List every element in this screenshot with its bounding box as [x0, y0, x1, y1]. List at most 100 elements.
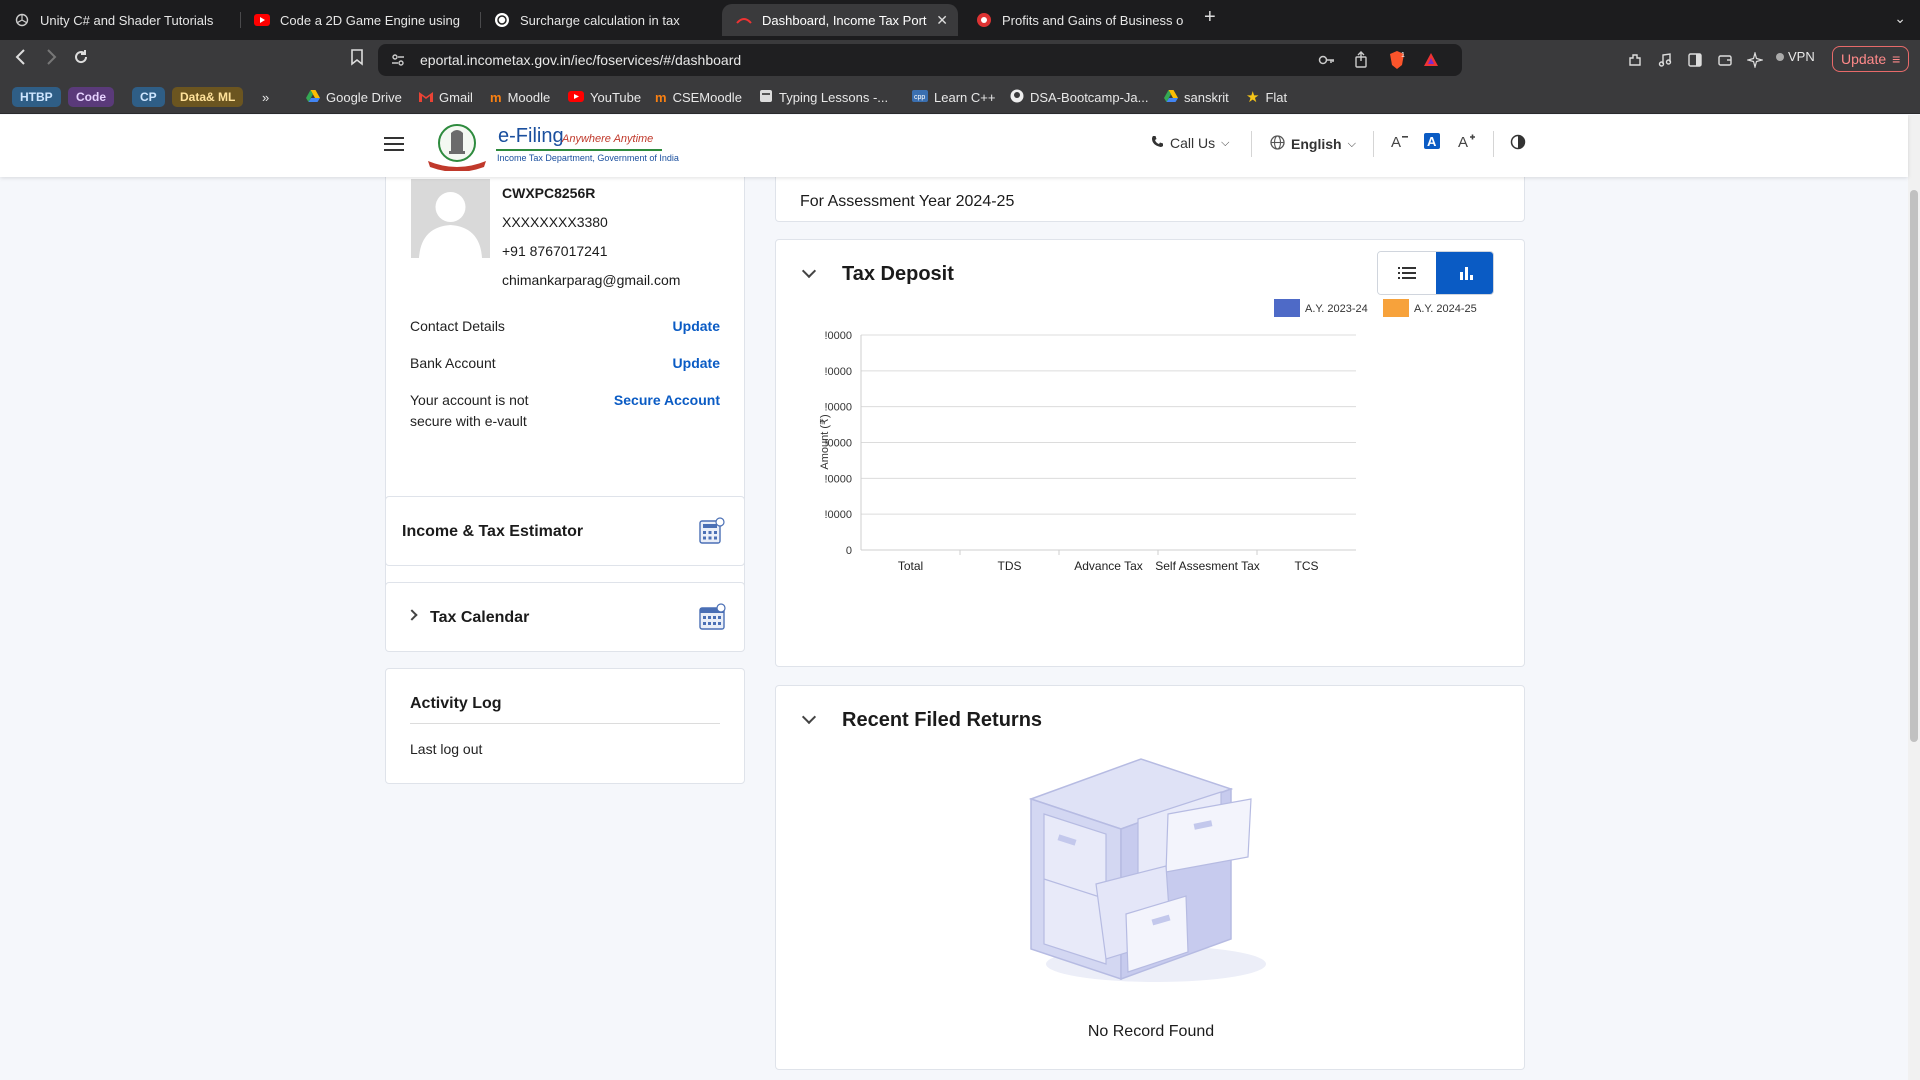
forward-icon[interactable]: [44, 48, 58, 71]
phone-number: +91 8767017241: [502, 243, 608, 259]
bookmarks-overflow-button[interactable]: »: [262, 87, 269, 107]
svg-text:A: A: [1391, 134, 1401, 149]
bookmark-typing-lessons[interactable]: Typing Lessons -...: [759, 87, 888, 107]
google-drive-icon: [306, 89, 320, 105]
bookmark-label: Gmail: [439, 89, 473, 105]
logo-underline: [496, 149, 662, 151]
bookmark-chip-label: Data& ML: [172, 87, 244, 107]
bookmark-chip-label: CP: [132, 87, 165, 107]
bookmark-folder-cp[interactable]: CP: [132, 87, 165, 107]
department-name: Income Tax Department, Government of Ind…: [497, 153, 679, 163]
media-icon[interactable]: [1656, 51, 1674, 69]
bookmark-gmail[interactable]: Gmail: [419, 87, 473, 107]
chart-view-button[interactable]: [1436, 252, 1493, 294]
language-dropdown[interactable]: English ⌵: [1270, 135, 1356, 153]
default-font-icon[interactable]: A: [1424, 133, 1440, 149]
close-tab-icon[interactable]: ✕: [936, 12, 948, 29]
last-logout-label: Last log out: [410, 741, 483, 757]
unity-icon: [14, 12, 30, 28]
bookmark-learn-cpp[interactable]: cpp Learn C++: [912, 87, 995, 107]
wallet-icon[interactable]: [1716, 51, 1734, 69]
bookmark-folder-code[interactable]: Code: [68, 87, 114, 107]
browser-tab[interactable]: Code a 2D Game Engine using Ja: [240, 4, 476, 36]
brave-shields-icon[interactable]: 1: [1388, 50, 1406, 75]
star-icon: ★: [1246, 89, 1260, 106]
estimator-title: Income & Tax Estimator: [402, 523, 584, 540]
call-us-dropdown[interactable]: Call Us ⌵: [1151, 135, 1229, 151]
list-view-button[interactable]: [1378, 252, 1436, 294]
share-icon[interactable]: [1354, 51, 1368, 74]
decrease-font-icon[interactable]: A: [1391, 133, 1409, 149]
bookmark-sanskrit[interactable]: sanskrit: [1164, 87, 1229, 107]
leo-ai-icon[interactable]: [1746, 51, 1764, 69]
bookmark-chip-label: HTBP: [12, 87, 61, 107]
new-tab-icon[interactable]: +: [1204, 6, 1216, 29]
globe-icon: [1270, 135, 1285, 153]
vpn-button[interactable]: VPN: [1776, 49, 1815, 64]
update-contact-link[interactable]: Update: [673, 318, 720, 334]
browser-tab-active[interactable]: Dashboard, Income Tax Porta ✕: [722, 4, 958, 36]
x-tick-label: Advance Tax: [1074, 559, 1143, 573]
update-label: Update: [1841, 51, 1887, 67]
browser-tab[interactable]: Profits and Gains of Business or P: [962, 4, 1198, 36]
extensions-icon[interactable]: [1626, 51, 1644, 69]
bookmark-csemoodle[interactable]: m CSEMoodle: [655, 87, 742, 107]
address-bar[interactable]: eportal.incometax.gov.in/iec/foservices/…: [378, 44, 1462, 76]
x-tick-label: TCS: [1295, 559, 1319, 573]
tax-deposit-card: Tax Deposit 0 !0000 !0000 !0000 !0000 !0000 !0…: [775, 239, 1525, 667]
browser-tab[interactable]: Surcharge calculation in tax: [480, 4, 716, 36]
bookmark-folder-htbp[interactable]: HTBP: [12, 87, 61, 107]
back-icon[interactable]: [14, 48, 28, 71]
bookmark-label: Flat: [1265, 89, 1288, 105]
bookmark-label: Google Drive: [326, 89, 402, 105]
hamburger-menu-icon[interactable]: [384, 137, 404, 151]
page-scrollbar[interactable]: [1908, 115, 1920, 1080]
tab-list-chevron-icon[interactable]: ⌄: [1894, 10, 1906, 27]
sidebar-icon[interactable]: [1686, 51, 1704, 69]
update-button[interactable]: Update ≡: [1832, 46, 1910, 72]
phone-icon: [1151, 135, 1164, 151]
contrast-icon[interactable]: [1510, 134, 1526, 150]
avatar: [411, 179, 490, 258]
browser-tab-bar: Unity C# and Shader Tutorials Code a 2D …: [0, 0, 1920, 40]
reload-icon[interactable]: [72, 48, 90, 71]
moodle-icon: m: [490, 89, 502, 105]
y-tick-label: !0000: [824, 330, 852, 342]
activity-log-card: Activity Log Last log out: [385, 668, 745, 784]
site-settings-icon[interactable]: [390, 52, 406, 73]
bookmark-google-drive[interactable]: Google Drive: [306, 87, 402, 107]
tab-title: Unity C# and Shader Tutorials: [40, 12, 214, 28]
y-tick-label: 0: [846, 545, 852, 557]
bookmark-icon[interactable]: [350, 48, 364, 71]
browser-toolbar: eportal.incometax.gov.in/iec/foservices/…: [0, 40, 1920, 80]
tax-calendar-card[interactable]: Tax Calendar: [385, 582, 745, 652]
collapse-chevron-icon[interactable]: [801, 263, 817, 279]
tax-deposit-title: Tax Deposit: [842, 263, 954, 285]
bookmark-folder-data-ml[interactable]: Data& ML: [172, 87, 244, 107]
overflow-label: »: [262, 89, 270, 105]
brave-rewards-icon[interactable]: [1422, 51, 1440, 74]
bookmark-flat[interactable]: ★ Flat: [1246, 87, 1287, 107]
collapse-chevron-icon[interactable]: [801, 709, 817, 725]
x-tick-label: Self Assesment Tax: [1155, 559, 1260, 573]
calendar-icon: [699, 603, 726, 636]
chevron-down-icon: ⌵: [1221, 136, 1230, 149]
youtube-icon: [254, 12, 270, 28]
svg-text:cpp: cpp: [914, 94, 925, 101]
increase-font-icon[interactable]: A: [1458, 133, 1476, 149]
list-icon: [1398, 267, 1416, 279]
bookmarks-bar: HTBP Code CP Data& ML » Google Drive Gma…: [0, 80, 1920, 114]
browser-tab[interactable]: Unity C# and Shader Tutorials: [0, 4, 236, 36]
bookmark-dsa-bootcamp[interactable]: DSA-Bootcamp-Ja...: [1010, 87, 1149, 107]
calculator-icon: [699, 517, 725, 550]
update-bank-link[interactable]: Update: [673, 355, 720, 371]
bookmark-moodle[interactable]: m Moodle: [490, 87, 550, 107]
income-tax-estimator-card[interactable]: Income & Tax Estimator: [385, 496, 745, 566]
scrollbar-thumb[interactable]: [1910, 190, 1918, 742]
password-key-icon[interactable]: [1318, 53, 1336, 72]
secure-account-link[interactable]: Secure Account: [614, 392, 720, 408]
bookmark-youtube[interactable]: YouTube: [568, 87, 641, 107]
url-text: eportal.incometax.gov.in/iec/foservices/…: [420, 52, 742, 68]
chevron-right-icon: [406, 609, 418, 621]
activity-log-title: Activity Log: [410, 695, 502, 712]
